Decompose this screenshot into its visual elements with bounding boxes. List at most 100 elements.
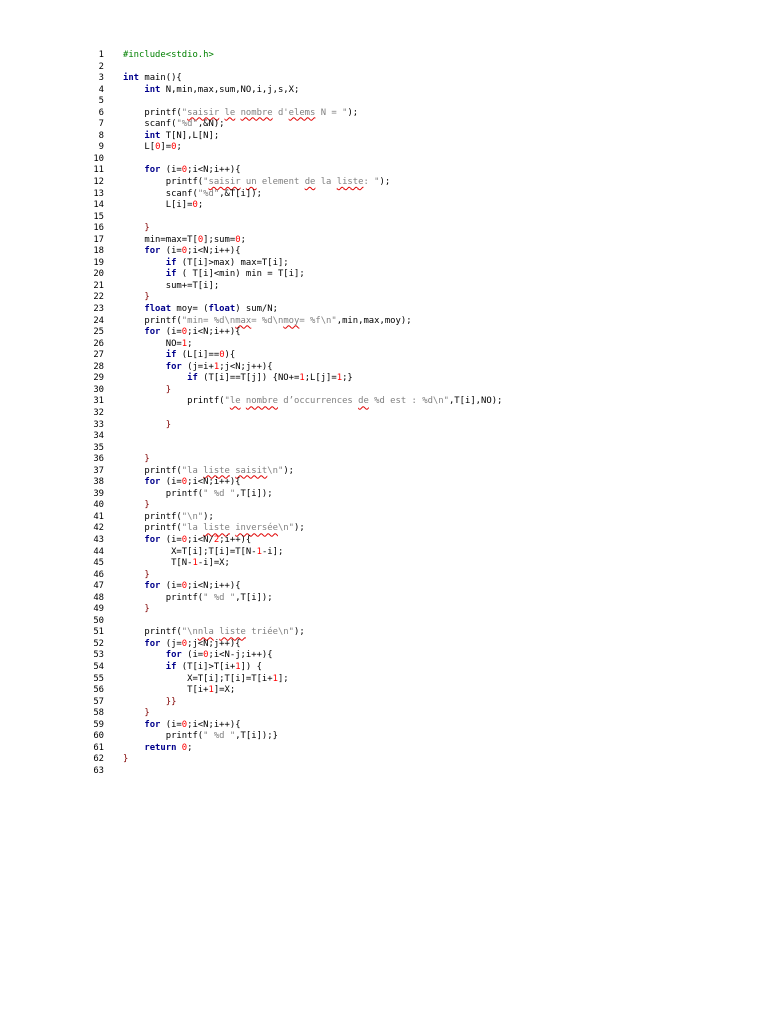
line-number: 25 [93,327,104,338]
code-token: float [144,304,172,315]
code-line: 35 [84,443,744,455]
code-token: " %d " [203,592,236,603]
code-token: printf( [123,523,182,534]
line-number: 60 [93,731,104,742]
line-number: 29 [93,373,104,384]
code-token: ); [379,177,391,188]
code-token: triée\n" [245,627,294,638]
line-source: } [123,385,171,397]
code-token: if [165,350,177,361]
code-token: ,min,max,moy); [336,315,412,326]
code-token: "%d" [176,119,198,130]
spellcheck-word: le [224,107,236,118]
code-line: 38 for (i=0;i<N;i++){ [84,477,744,489]
line-number: 61 [93,742,104,753]
code-token: printf( [123,592,204,603]
code-token: ,&T[i]); [219,188,262,199]
code-token: d’occurrences [277,396,359,407]
line-number: 7 [98,119,104,130]
line-number: 23 [93,304,104,315]
code-line: 31 printf("le nombre d’occurrences de %d… [84,396,744,408]
code-line: 33 } [84,420,744,432]
code-line: 19 if (T[i]>max) max=T[i]; [84,258,744,270]
code-token: min=max=T[ [123,234,198,245]
code-token: "%d" [197,188,220,199]
code-token: ;i<N;i++){ [187,327,241,338]
code-token: ); [203,511,214,522]
code-token: : " [363,177,380,188]
spellcheck-word: liste [203,523,230,534]
code-line: 13 scanf("%d",&T[i]); [84,189,744,201]
code-token: T[N- [123,558,193,569]
line-number: 37 [93,465,104,476]
line-source: T[N-1-i]=X; [123,558,230,570]
code-token: (T[i]>T[i+ [176,661,236,672]
code-token: for [144,477,161,488]
code-line: 12 printf("saisir un element de la liste… [84,177,744,189]
line-number: 2 [98,61,104,72]
line-number: 45 [93,558,104,569]
code-token: ,T[i]);} [235,731,278,742]
code-token: printf( [123,396,225,407]
code-line: 37 printf("la liste saisit\n"); [84,466,744,478]
line-number: 5 [98,96,104,107]
code-token: d' [272,107,289,118]
code-token: moy= ( [171,304,209,315]
code-line: 44 X=T[i];T[i]=T[N-1-i]; [84,547,744,559]
line-number: 43 [93,534,104,545]
line-number: 19 [93,257,104,268]
code-token: main(){ [139,73,182,84]
code-token: ;i<N;i++){ [187,165,241,176]
code-token: ); [294,627,305,638]
code-token: (i= [160,581,182,592]
line-source: L[0]=0; [123,142,181,154]
code-line: 28 for (j=i+1;j<N;j++){ [84,362,744,374]
code-token: = %f\n" [299,315,337,326]
code-line: 40 } [84,500,744,512]
code-token: } [123,454,150,465]
code-token: ;i<N;i++){ [187,246,241,257]
line-source: } [123,292,149,304]
code-token: sum+=T[i]; [123,280,220,291]
code-token: ,&N); [197,119,225,130]
spellcheck-word: saisir [187,107,220,118]
code-token: } [123,384,172,395]
code-token: float [208,304,236,315]
line-number: 4 [98,84,104,95]
code-line: 32 [84,408,744,420]
line-number: 9 [98,142,104,153]
code-token: " %d " [203,731,236,742]
line-source: printf("\n"); [123,511,214,524]
line-source: } [123,500,149,512]
line-source: printf("la liste saisit\n"); [123,466,294,478]
code-line: 4 int N,min,max,sum,NO,i,j,s,X; [84,85,744,97]
line-number: 48 [93,592,104,603]
code-line: 46 } [84,570,744,582]
code-token: for [144,581,161,592]
code-line: 17 min=max=T[0];sum=0; [84,235,744,247]
spellcheck-word: saisit [235,465,268,476]
code-token: L[ [123,142,156,153]
code-token: for [144,165,161,176]
code-token: } [123,604,150,615]
code-line: 57 }} [84,697,744,709]
code-token: printf( [123,488,204,499]
line-number: 10 [93,153,104,164]
code-token: ,T[i],NO); [448,396,503,407]
code-token: %d est : %d\n" [368,396,449,407]
line-number: 27 [93,350,104,361]
code-token: ;i<N;i++){ [187,581,241,592]
line-number: 24 [93,315,104,326]
code-line: 48 printf(" %d ",T[i]); [84,593,744,605]
line-source: } [123,420,171,432]
line-number: 58 [93,708,104,719]
code-token: for [165,650,182,661]
code-token: ;} [342,373,353,384]
line-source: return 0; [123,743,192,755]
code-token: N,min,max,sum,NO,i,j,s,X; [160,84,300,95]
